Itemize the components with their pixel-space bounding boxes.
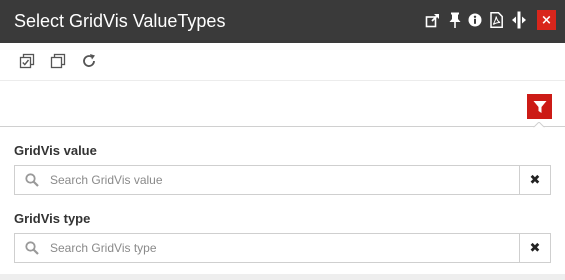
clear-icon: ✖: [529, 240, 541, 256]
gridvis-type-field: ✖: [14, 233, 551, 263]
deselect-all-button[interactable]: [49, 52, 67, 70]
search-icon: [25, 173, 39, 187]
panel-bottom-edge: [0, 274, 565, 280]
refresh-button[interactable]: [80, 52, 98, 70]
dialog-titlebar: Select GridVis ValueTypes ×: [0, 0, 565, 43]
gridvis-type-label: GridVis type: [14, 211, 91, 226]
filter-panel-pointer: [533, 122, 545, 128]
close-icon: ×: [541, 12, 552, 28]
clear-gridvis-type-button[interactable]: ✖: [519, 234, 550, 262]
gridvis-value-label: GridVis value: [14, 143, 97, 158]
gridvis-value-field: ✖: [14, 165, 551, 195]
refresh-icon: [83, 54, 95, 67]
funnel-icon: [533, 100, 546, 113]
external-link-icon[interactable]: [424, 11, 440, 29]
info-icon[interactable]: [467, 11, 483, 29]
filter-bar: [0, 81, 565, 127]
resize-width-icon[interactable]: [511, 11, 527, 29]
pdf-icon[interactable]: [488, 11, 504, 29]
gridvis-value-search-input[interactable]: [50, 166, 520, 194]
select-all-button[interactable]: [18, 52, 36, 70]
clear-icon: ✖: [529, 172, 541, 188]
select-all-icon: [19, 53, 35, 69]
close-button[interactable]: ×: [537, 10, 556, 30]
filter-toggle-button[interactable]: [527, 94, 552, 119]
pin-icon[interactable]: [447, 11, 463, 29]
gridvis-type-search-input[interactable]: [50, 234, 520, 262]
search-icon: [25, 241, 39, 255]
toolbar: [0, 43, 565, 81]
clear-gridvis-value-button[interactable]: ✖: [519, 166, 550, 194]
deselect-all-icon: [50, 53, 66, 69]
dialog-title: Select GridVis ValueTypes: [14, 11, 226, 31]
